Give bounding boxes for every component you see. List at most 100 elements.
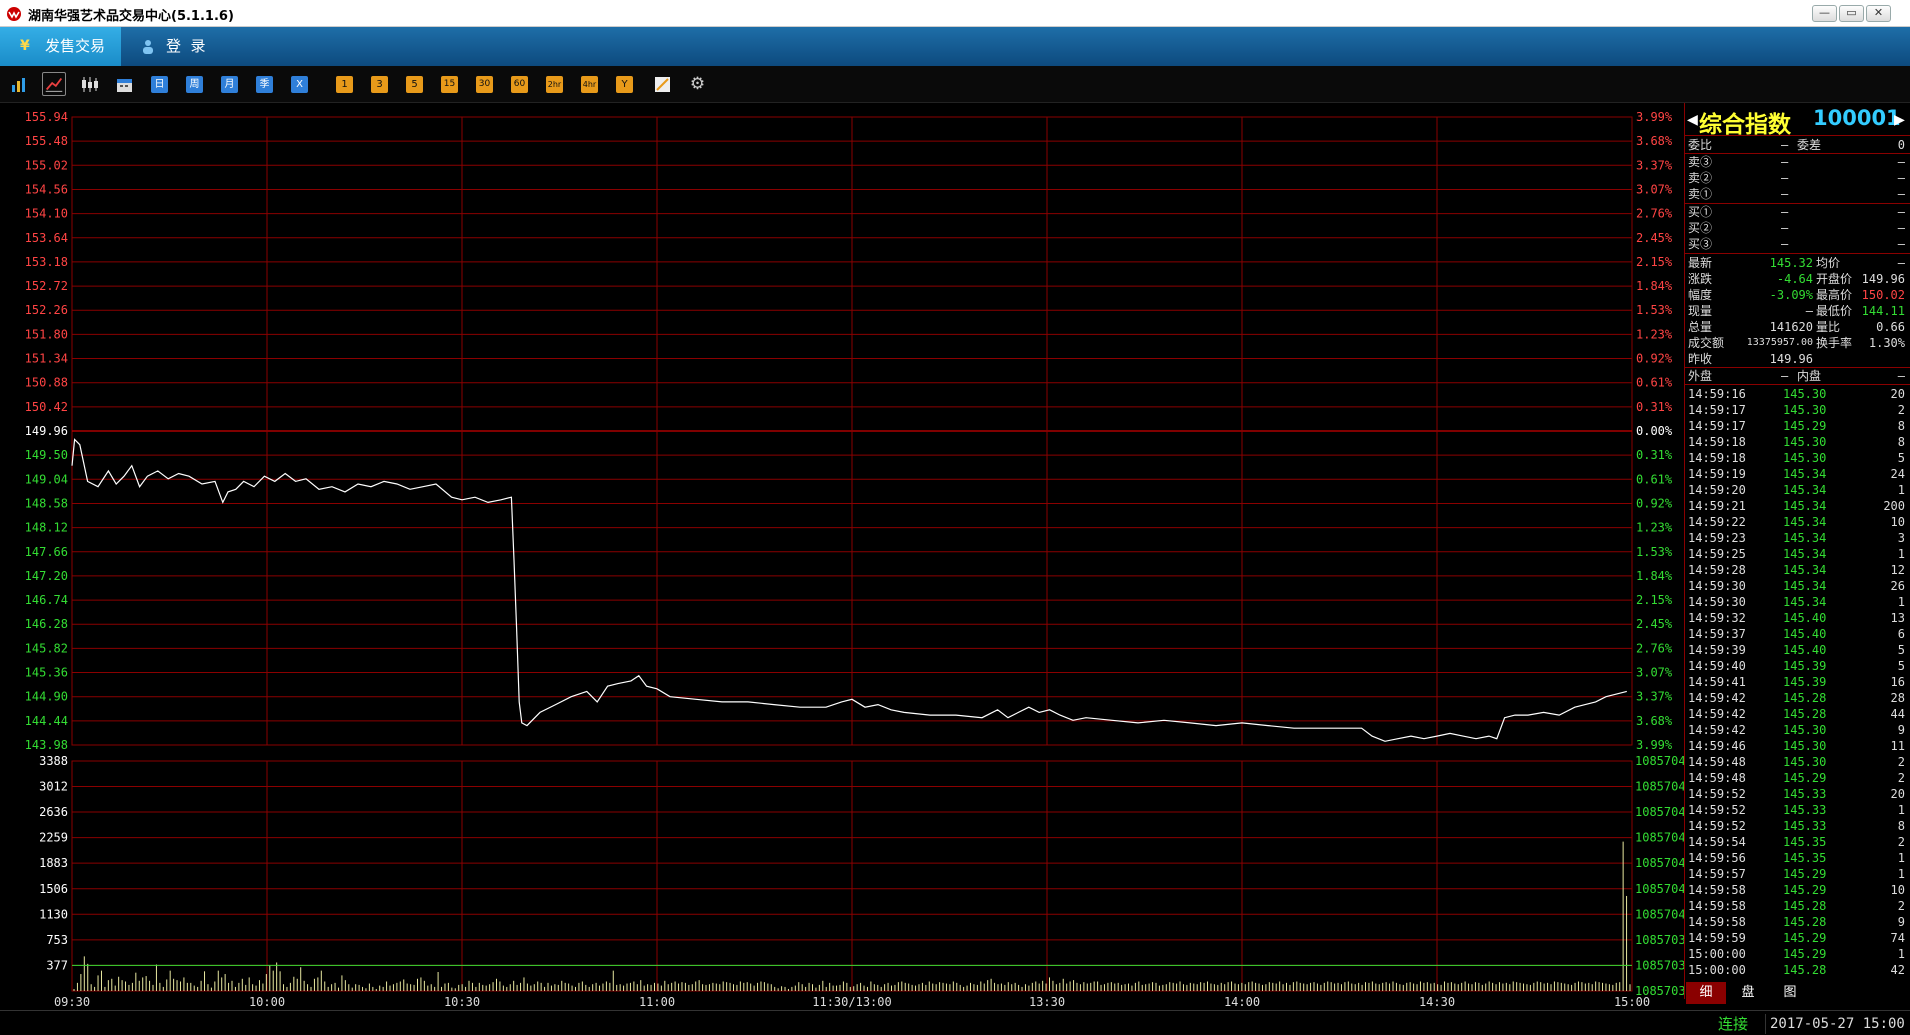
line-chart-icon[interactable]: [42, 72, 66, 96]
percent-tick-label: 3.07%: [1636, 182, 1673, 196]
instrument-code: 100001: [1813, 106, 1901, 130]
percent-tick-label: 2.45%: [1636, 617, 1673, 631]
tick-time: 14:59:16: [1688, 387, 1746, 401]
calendar-icon[interactable]: [116, 76, 133, 93]
tab-sell-trade[interactable]: ¥ 发售交易: [0, 27, 121, 66]
tick-volume: 26: [1890, 579, 1905, 593]
time-tick-label: 14:00: [1224, 995, 1260, 1009]
tick-row: 14:59:16 145.30 20: [1685, 386, 1909, 402]
period-day-button[interactable]: 日: [151, 76, 168, 93]
buy-level-label: 买③: [1688, 237, 1713, 251]
tick-price: 145.34: [1783, 531, 1827, 545]
weicha-value: 0: [1897, 138, 1905, 152]
hour-2-button[interactable]: 2hr: [546, 76, 563, 93]
buy-level-label: 买②: [1688, 221, 1713, 235]
tick-price: 145.34: [1783, 515, 1827, 529]
volume-axis-right: 10857046 10857045 10857044 10857043 10857042…: [1635, 754, 1684, 998]
stat-value: 145.32: [1769, 256, 1813, 270]
tick-volume: 1: [1897, 947, 1905, 961]
stat-label: 最新: [1688, 256, 1713, 270]
maximize-button[interactable]: ▭: [1839, 5, 1864, 22]
tick-price: 145.30: [1783, 435, 1827, 449]
hour-4-button[interactable]: 4hr: [581, 76, 598, 93]
sell-level-label: 卖②: [1688, 171, 1713, 185]
minute-15-button[interactable]: 15: [441, 76, 458, 93]
period-month-button[interactable]: 月: [221, 76, 238, 93]
percent-tick-label: 0.00%: [1636, 424, 1673, 438]
tick-time: 15:00:00: [1688, 947, 1746, 961]
nav-bar: ¥ 发售交易 登 录: [0, 27, 1910, 66]
tick-row: 14:59:41 145.39 16: [1685, 674, 1909, 690]
tick-time: 14:59:20: [1688, 483, 1746, 497]
price-line: [71, 438, 1627, 742]
period-x-button[interactable]: X: [291, 76, 308, 93]
price-tick-label: 154.10: [25, 207, 68, 221]
minute-5-button[interactable]: 5: [406, 76, 423, 93]
status-datetime: 2017-05-27 15:00: [1770, 1016, 1905, 1032]
volume-right-tick-label: 10857038: [1635, 958, 1684, 972]
minute-3-button[interactable]: 3: [371, 76, 388, 93]
tick-volume: 9: [1897, 915, 1905, 929]
stat-label: 现量: [1688, 304, 1713, 318]
tick-price: 145.30: [1783, 403, 1827, 417]
period-quarter-button[interactable]: 季: [256, 76, 273, 93]
percent-tick-label: 2.15%: [1636, 593, 1673, 607]
tick-volume: 5: [1897, 451, 1905, 465]
tab-book[interactable]: 盘: [1728, 982, 1768, 1004]
tick-volume: 1: [1897, 483, 1905, 497]
tab-login[interactable]: 登 录: [138, 27, 248, 66]
connection-status: 连接: [1718, 1014, 1766, 1034]
time-tick-label: 09:30: [54, 995, 90, 1009]
tick-time: 14:59:18: [1688, 435, 1746, 449]
tick-row: 14:59:32 145.40 13: [1685, 610, 1909, 626]
tick-volume: 20: [1890, 387, 1905, 401]
minimize-button[interactable]: —: [1812, 5, 1837, 22]
tick-row: 14:59:48 145.30 2: [1685, 754, 1909, 770]
volume-right-tick-label: 10857040: [1635, 907, 1684, 921]
tick-row: 14:59:54 145.35 2: [1685, 834, 1909, 850]
volume-right-tick-label: 10857041: [1635, 882, 1684, 896]
tick-row: 14:59:40 145.39 5: [1685, 658, 1909, 674]
period-year-button[interactable]: Y: [616, 76, 633, 93]
tick-price: 145.39: [1783, 659, 1827, 673]
price-tick-label: 145.82: [25, 641, 68, 655]
draw-tool-icon[interactable]: [654, 76, 671, 93]
tick-volume: 5: [1897, 643, 1905, 657]
tick-time: 14:59:17: [1688, 419, 1746, 433]
tick-row: 14:59:58 145.29 10: [1685, 882, 1909, 898]
stat-value: —: [1805, 304, 1813, 318]
minute-60-button[interactable]: 60: [511, 76, 528, 93]
tick-time: 15:00:00: [1688, 963, 1746, 977]
volume-right-tick-label: 10857042: [1635, 856, 1684, 870]
tick-time: 14:59:42: [1688, 707, 1746, 721]
volume-axis-left: 3388 3012 2636 2259 1883 1506 1130 753 377: [39, 754, 68, 972]
intraday-chart[interactable]: 155.94 155.48 155.02 154.56 154.10 153.64 153.…: [0, 103, 1684, 1010]
stat-row: 涨跌 -4.64 开盘价 149.96: [1685, 271, 1909, 287]
candlestick-icon[interactable]: [80, 76, 100, 93]
prev-instrument-arrow[interactable]: ◀: [1687, 109, 1698, 130]
tick-volume: 16: [1890, 675, 1905, 689]
bar-chart-icon[interactable]: [10, 76, 27, 93]
price-tick-label: 155.48: [25, 134, 68, 148]
tick-time: 14:59:56: [1688, 851, 1746, 865]
minute-30-button[interactable]: 30: [476, 76, 493, 93]
tick-price: 145.40: [1783, 627, 1827, 641]
tab-detail[interactable]: 细: [1686, 982, 1726, 1004]
minute-1-button[interactable]: 1: [336, 76, 353, 93]
tick-time: 14:59:25: [1688, 547, 1746, 561]
close-button[interactable]: ✕: [1866, 5, 1891, 22]
percent-tick-label: 3.37%: [1636, 158, 1673, 172]
stat-label-2: 开盘价: [1816, 272, 1853, 286]
period-week-button[interactable]: 周: [186, 76, 203, 93]
price-tick-label: 152.72: [25, 279, 68, 293]
tick-row: 14:59:22 145.34 10: [1685, 514, 1909, 530]
buy-level-row: 买① — —: [1685, 204, 1909, 220]
next-instrument-arrow[interactable]: ▶: [1894, 109, 1905, 130]
tab-chart[interactable]: 图: [1770, 982, 1810, 1004]
tick-time: 14:59:37: [1688, 627, 1746, 641]
buy-level-price: —: [1781, 205, 1789, 219]
tick-price: 145.33: [1783, 819, 1827, 833]
tick-row: 14:59:21 145.34 200: [1685, 498, 1909, 514]
tick-time: 14:59:52: [1688, 819, 1746, 833]
settings-gear-icon[interactable]: ⚙: [689, 76, 706, 93]
